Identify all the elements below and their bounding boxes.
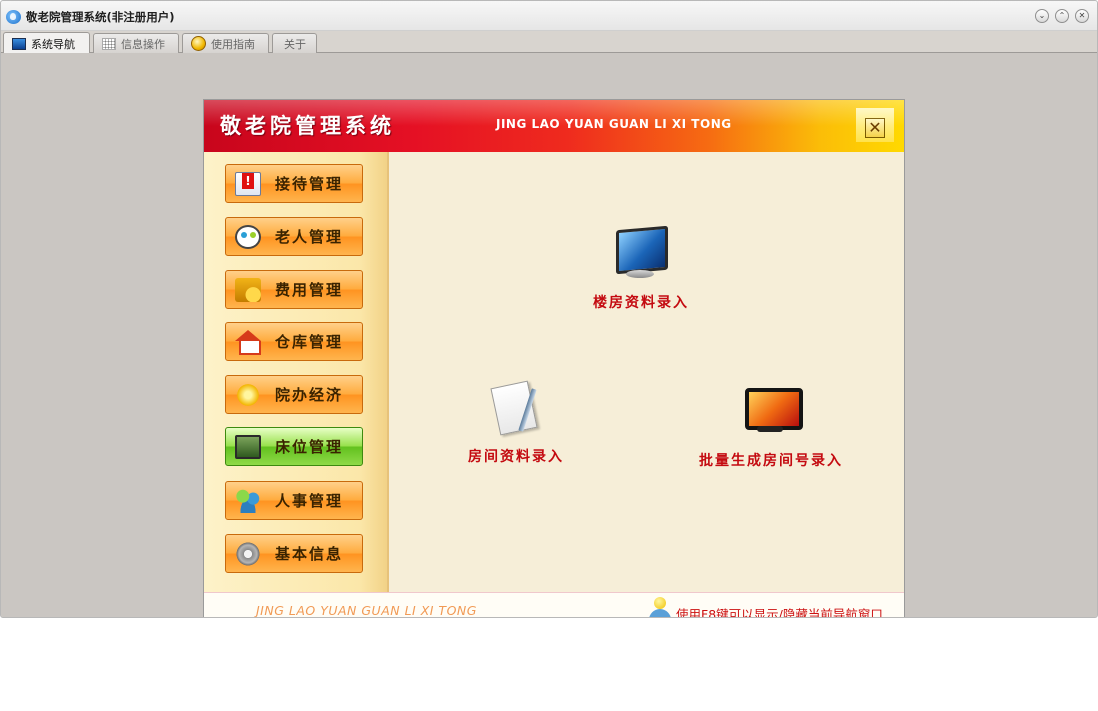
- menu-warehouse-management[interactable]: 仓库管理: [225, 322, 363, 361]
- function-label: 批量生成房间号录入: [699, 453, 843, 469]
- banner-title: 敬老院管理系统: [220, 114, 395, 138]
- menu-label: 床位管理: [275, 438, 344, 456]
- banner-subtitle: JING LAO YUAN GUAN LI XI TONG: [496, 117, 732, 131]
- star-icon: [235, 382, 261, 407]
- people-icon: [235, 488, 261, 513]
- menu-personnel-management[interactable]: 人事管理: [225, 481, 363, 520]
- orange-monitor-icon: [744, 384, 803, 440]
- tab-system-navigation[interactable]: 系统导航: [3, 32, 90, 54]
- close-window-button[interactable]: ✕: [1075, 9, 1089, 23]
- user-hint-icon: [648, 597, 672, 617]
- blue-monitor-icon: [614, 226, 668, 282]
- fee-coins-icon: [235, 277, 261, 302]
- maximize-button[interactable]: ⌃: [1055, 9, 1069, 23]
- menu-label: 人事管理: [275, 492, 344, 510]
- tab-about[interactable]: 关于: [272, 33, 317, 53]
- guide-icon: [191, 36, 206, 51]
- menu-bed-management[interactable]: 床位管理: [225, 427, 363, 466]
- app-logo-icon: [6, 10, 21, 24]
- building-info-entry[interactable]: 楼房资料录入: [581, 226, 701, 312]
- footer-hint-text: 使用F8键可以显示/隐藏当前导航窗口: [676, 607, 883, 618]
- room-info-entry[interactable]: 房间资料录入: [456, 380, 576, 466]
- reception-icon: [235, 171, 261, 196]
- menu-label: 接待管理: [275, 175, 344, 193]
- menu-basic-information[interactable]: 基本信息: [225, 534, 363, 573]
- grid-icon: [102, 37, 116, 50]
- panel-footer: JING LAO YUAN GUAN LI XI TONG 使用F8键可以显示/…: [204, 592, 904, 618]
- footer-pinyin-text: JING LAO YUAN GUAN LI XI TONG: [256, 603, 477, 618]
- module-sidebar: 接待管理 老人管理 费用管理 仓库管理 院办经济: [204, 152, 389, 592]
- batch-room-number-entry[interactable]: 批量生成房间号录入: [696, 384, 846, 470]
- menu-label: 仓库管理: [275, 333, 344, 351]
- tab-label: 使用指南: [211, 37, 255, 51]
- close-icon: ✕: [865, 118, 885, 138]
- tab-user-guide[interactable]: 使用指南: [182, 33, 269, 53]
- notepad-icon: [489, 380, 543, 436]
- function-area: 楼房资料录入 房间资料录入 批量生成房间号录入: [391, 152, 904, 592]
- menu-label: 老人管理: [275, 228, 344, 246]
- tab-label: 系统导航: [31, 37, 75, 51]
- gear-icon: [235, 541, 261, 566]
- elder-icon: [235, 224, 261, 249]
- tab-strip: 系统导航 信息操作 使用指南 关于: [1, 31, 1097, 54]
- menu-fee-management[interactable]: 费用管理: [225, 270, 363, 309]
- minimize-button[interactable]: ⌄: [1035, 9, 1049, 23]
- panel-banner: 敬老院管理系统 JING LAO YUAN GUAN LI XI TONG ✕: [204, 100, 904, 152]
- bed-monitor-icon: [235, 434, 261, 459]
- content-area: 敬老院管理系统 JING LAO YUAN GUAN LI XI TONG ✕ …: [1, 53, 1097, 618]
- menu-label: 基本信息: [275, 545, 344, 563]
- monitor-icon: [12, 37, 26, 50]
- tab-info-operations[interactable]: 信息操作: [93, 33, 179, 53]
- menu-label: 院办经济: [275, 386, 344, 404]
- panel-close-button[interactable]: ✕: [856, 108, 894, 142]
- title-bar: 敬老院管理系统(非注册用户) ⌄ ⌃ ✕: [1, 1, 1097, 31]
- window-title: 敬老院管理系统(非注册用户): [26, 10, 175, 24]
- menu-reception-management[interactable]: 接待管理: [225, 164, 363, 203]
- tab-label: 关于: [284, 37, 306, 51]
- tab-label: 信息操作: [121, 37, 165, 51]
- warehouse-house-icon: [235, 329, 261, 355]
- function-label: 楼房资料录入: [593, 295, 689, 311]
- menu-institution-economy[interactable]: 院办经济: [225, 375, 363, 414]
- menu-label: 费用管理: [275, 281, 344, 299]
- navigation-panel: 敬老院管理系统 JING LAO YUAN GUAN LI XI TONG ✕ …: [203, 99, 905, 618]
- menu-elder-management[interactable]: 老人管理: [225, 217, 363, 256]
- function-label: 房间资料录入: [468, 449, 564, 465]
- app-window: 敬老院管理系统(非注册用户) ⌄ ⌃ ✕ 系统导航 信息操作 使用指南 关于 敬…: [0, 0, 1098, 618]
